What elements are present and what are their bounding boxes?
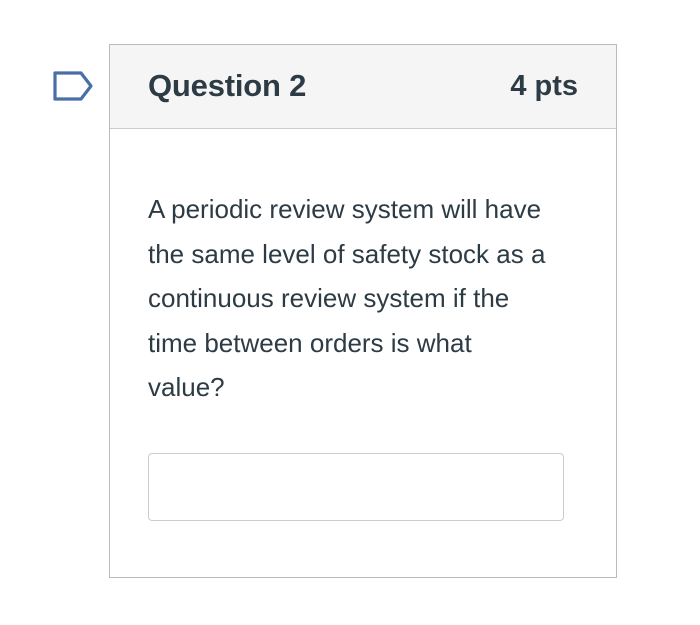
question-title: Question 2 [148,68,307,103]
question-card: Question 2 4 pts A periodic review syste… [109,44,617,578]
question-points: 4 pts [510,70,578,102]
flag-question-button[interactable] [51,70,95,102]
flag-outline-icon [53,71,93,101]
question-header: Question 2 4 pts [110,45,616,129]
answer-input[interactable] [148,453,564,521]
quiz-page: Question 2 4 pts A periodic review syste… [0,0,700,625]
question-text: A periodic review system will have the s… [148,194,546,402]
